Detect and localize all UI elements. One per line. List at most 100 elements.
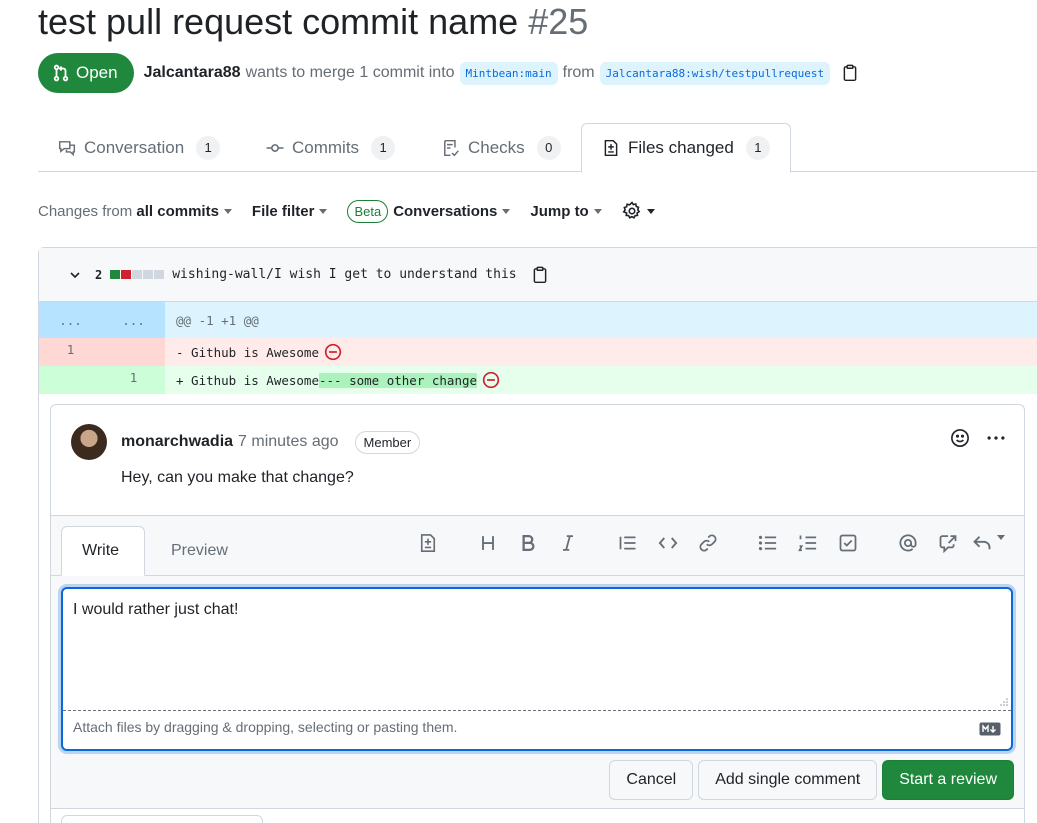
tab-files-changed[interactable]: Files changed 1 bbox=[581, 123, 791, 173]
kebab-horizontal-icon[interactable] bbox=[986, 428, 1006, 448]
start-review-button[interactable]: Start a review bbox=[882, 760, 1014, 800]
add-line-number[interactable]: 1 bbox=[102, 366, 165, 394]
attach-files-hint[interactable]: Attach files by dragging & dropping, sel… bbox=[73, 719, 457, 735]
comment-actions bbox=[950, 428, 1006, 448]
file-filter-label: File filter bbox=[251, 202, 315, 220]
quote-icon bbox=[619, 536, 636, 550]
expand-right[interactable]: ... bbox=[102, 302, 165, 338]
link-button[interactable] bbox=[688, 533, 728, 553]
markdown-icon[interactable] bbox=[979, 722, 1001, 736]
unordered-list-button[interactable] bbox=[748, 533, 788, 553]
file-header: 2 wishing-wall/I wish I get to understan… bbox=[39, 248, 1037, 302]
head-branch[interactable]: Jalcantara88:wish/testpullrequest bbox=[599, 61, 831, 85]
comment-buttons: Cancel Add single comment Start a review bbox=[609, 760, 1014, 800]
code-button[interactable] bbox=[648, 533, 688, 553]
tab-checks-label: Checks bbox=[468, 137, 525, 157]
minus-circle-icon bbox=[324, 343, 342, 361]
add-code-highlight: --- some other change bbox=[319, 372, 478, 388]
comment-textarea-wrapper: I would rather just chat! Attach files b… bbox=[61, 587, 1013, 751]
review-thread: monarchwadia 7 minutes ago Member Hey, c… bbox=[50, 404, 1025, 823]
conversations-dropdown[interactable]: Beta Conversations bbox=[347, 199, 511, 223]
expand-left[interactable]: ... bbox=[39, 302, 102, 338]
tab-commits[interactable]: Commits 1 bbox=[246, 123, 415, 172]
diffstat-neutral-block bbox=[143, 270, 154, 279]
tasklist-icon bbox=[839, 534, 857, 552]
base-branch[interactable]: Mintbean:main bbox=[459, 61, 558, 85]
del-line-number[interactable]: 1 bbox=[39, 338, 102, 366]
pr-author-link[interactable]: Jalcantara88 bbox=[144, 64, 241, 82]
suggestion-button[interactable] bbox=[408, 533, 448, 553]
pull-request-icon bbox=[53, 64, 69, 82]
diffstat bbox=[110, 270, 165, 279]
avatar[interactable] bbox=[71, 424, 107, 460]
heading-button[interactable] bbox=[468, 533, 508, 553]
italic-button[interactable] bbox=[548, 533, 588, 553]
reference-button[interactable] bbox=[928, 533, 968, 553]
quote-button[interactable] bbox=[608, 533, 648, 553]
saved-replies-button[interactable] bbox=[968, 533, 1008, 553]
cancel-button[interactable]: Cancel bbox=[609, 760, 694, 800]
clipboard-icon[interactable] bbox=[531, 266, 549, 284]
caret-down-icon bbox=[502, 208, 511, 214]
from-text: from bbox=[562, 64, 595, 81]
smiley-icon[interactable] bbox=[950, 428, 970, 448]
chevron-down-icon[interactable] bbox=[67, 267, 83, 283]
tab-files-changed-label: Files changed bbox=[628, 138, 734, 157]
changes-from-prefix: Changes from bbox=[38, 202, 133, 220]
merge-text: wants to merge 1 commit into bbox=[245, 64, 455, 81]
preview-tab[interactable]: Preview bbox=[151, 526, 248, 576]
files-toolbar: Changes from all commits File filter Bet… bbox=[38, 196, 675, 226]
comment-textarea[interactable]: I would rather just chat! bbox=[63, 589, 1011, 711]
pr-tabs: Conversation 1 Commits 1 Checks 0 Files … bbox=[38, 123, 1037, 173]
diffstat-del-block bbox=[121, 270, 132, 279]
ordered-list-button[interactable] bbox=[788, 533, 828, 553]
hunk-row: ... ... @@ -1 +1 @@ bbox=[39, 302, 1037, 338]
gear-icon bbox=[622, 201, 640, 219]
mention-button[interactable] bbox=[888, 533, 928, 553]
tab-conversation-label: Conversation bbox=[84, 137, 185, 157]
tab-checks-count: 0 bbox=[536, 135, 561, 160]
pr-title-text: test pull request commit name bbox=[38, 1, 519, 42]
diffstat-add-block bbox=[110, 270, 121, 279]
conversations-label: Conversations bbox=[393, 202, 498, 220]
changes-from-dropdown[interactable]: Changes from all commits bbox=[38, 203, 232, 220]
state-badge: Open bbox=[38, 53, 134, 93]
tab-checks[interactable]: Checks 0 bbox=[422, 123, 581, 172]
cross-reference-icon bbox=[939, 535, 957, 553]
jump-to-label: Jump to bbox=[530, 202, 589, 220]
add-single-comment-button[interactable]: Add single comment bbox=[698, 760, 878, 800]
pr-meta: Open Jalcantara88 wants to merge 1 commi… bbox=[38, 53, 859, 93]
file-diff-icon bbox=[420, 534, 436, 552]
diffstat-neutral-block bbox=[154, 270, 165, 279]
diff-settings-button[interactable] bbox=[622, 201, 655, 221]
add-line-number-empty bbox=[39, 366, 102, 394]
diffstat-neutral-block bbox=[132, 270, 143, 279]
state-label: Open bbox=[76, 63, 118, 82]
task-list-button[interactable] bbox=[828, 533, 868, 553]
caret-down-icon bbox=[593, 208, 602, 214]
caret-down-icon bbox=[646, 208, 655, 214]
deleted-line: 1 - Github is Awesome bbox=[39, 338, 1037, 366]
clipboard-icon[interactable] bbox=[841, 64, 859, 82]
member-badge: Member bbox=[354, 430, 421, 454]
comment-time[interactable]: 7 minutes ago bbox=[238, 433, 339, 451]
bold-icon bbox=[522, 535, 535, 551]
del-code-text: - Github is Awesome bbox=[176, 344, 319, 360]
change-count: 2 bbox=[95, 267, 103, 282]
add-code-text: + Github is Awesome bbox=[176, 372, 319, 388]
bold-button[interactable] bbox=[508, 533, 548, 553]
comment-author[interactable]: monarchwadia bbox=[121, 433, 233, 451]
comment-discussion-icon bbox=[58, 140, 76, 156]
jump-to-dropdown[interactable]: Jump to bbox=[530, 202, 602, 220]
reply-icon bbox=[972, 536, 990, 550]
file-filter-dropdown[interactable]: File filter bbox=[252, 203, 328, 220]
file-diff-container: 2 wishing-wall/I wish I get to understan… bbox=[38, 247, 1037, 823]
caret-down-icon bbox=[223, 208, 232, 214]
added-line: 1 + Github is Awesome --- some other chan… bbox=[39, 366, 1037, 394]
tab-conversation[interactable]: Conversation 1 bbox=[38, 123, 240, 172]
heading-icon bbox=[482, 536, 494, 550]
file-path[interactable]: wishing-wall/I wish I get to understand … bbox=[172, 267, 516, 282]
write-tab[interactable]: Write bbox=[61, 526, 145, 576]
resize-handle-icon[interactable] bbox=[999, 697, 1009, 707]
list-ordered-icon bbox=[798, 535, 817, 552]
